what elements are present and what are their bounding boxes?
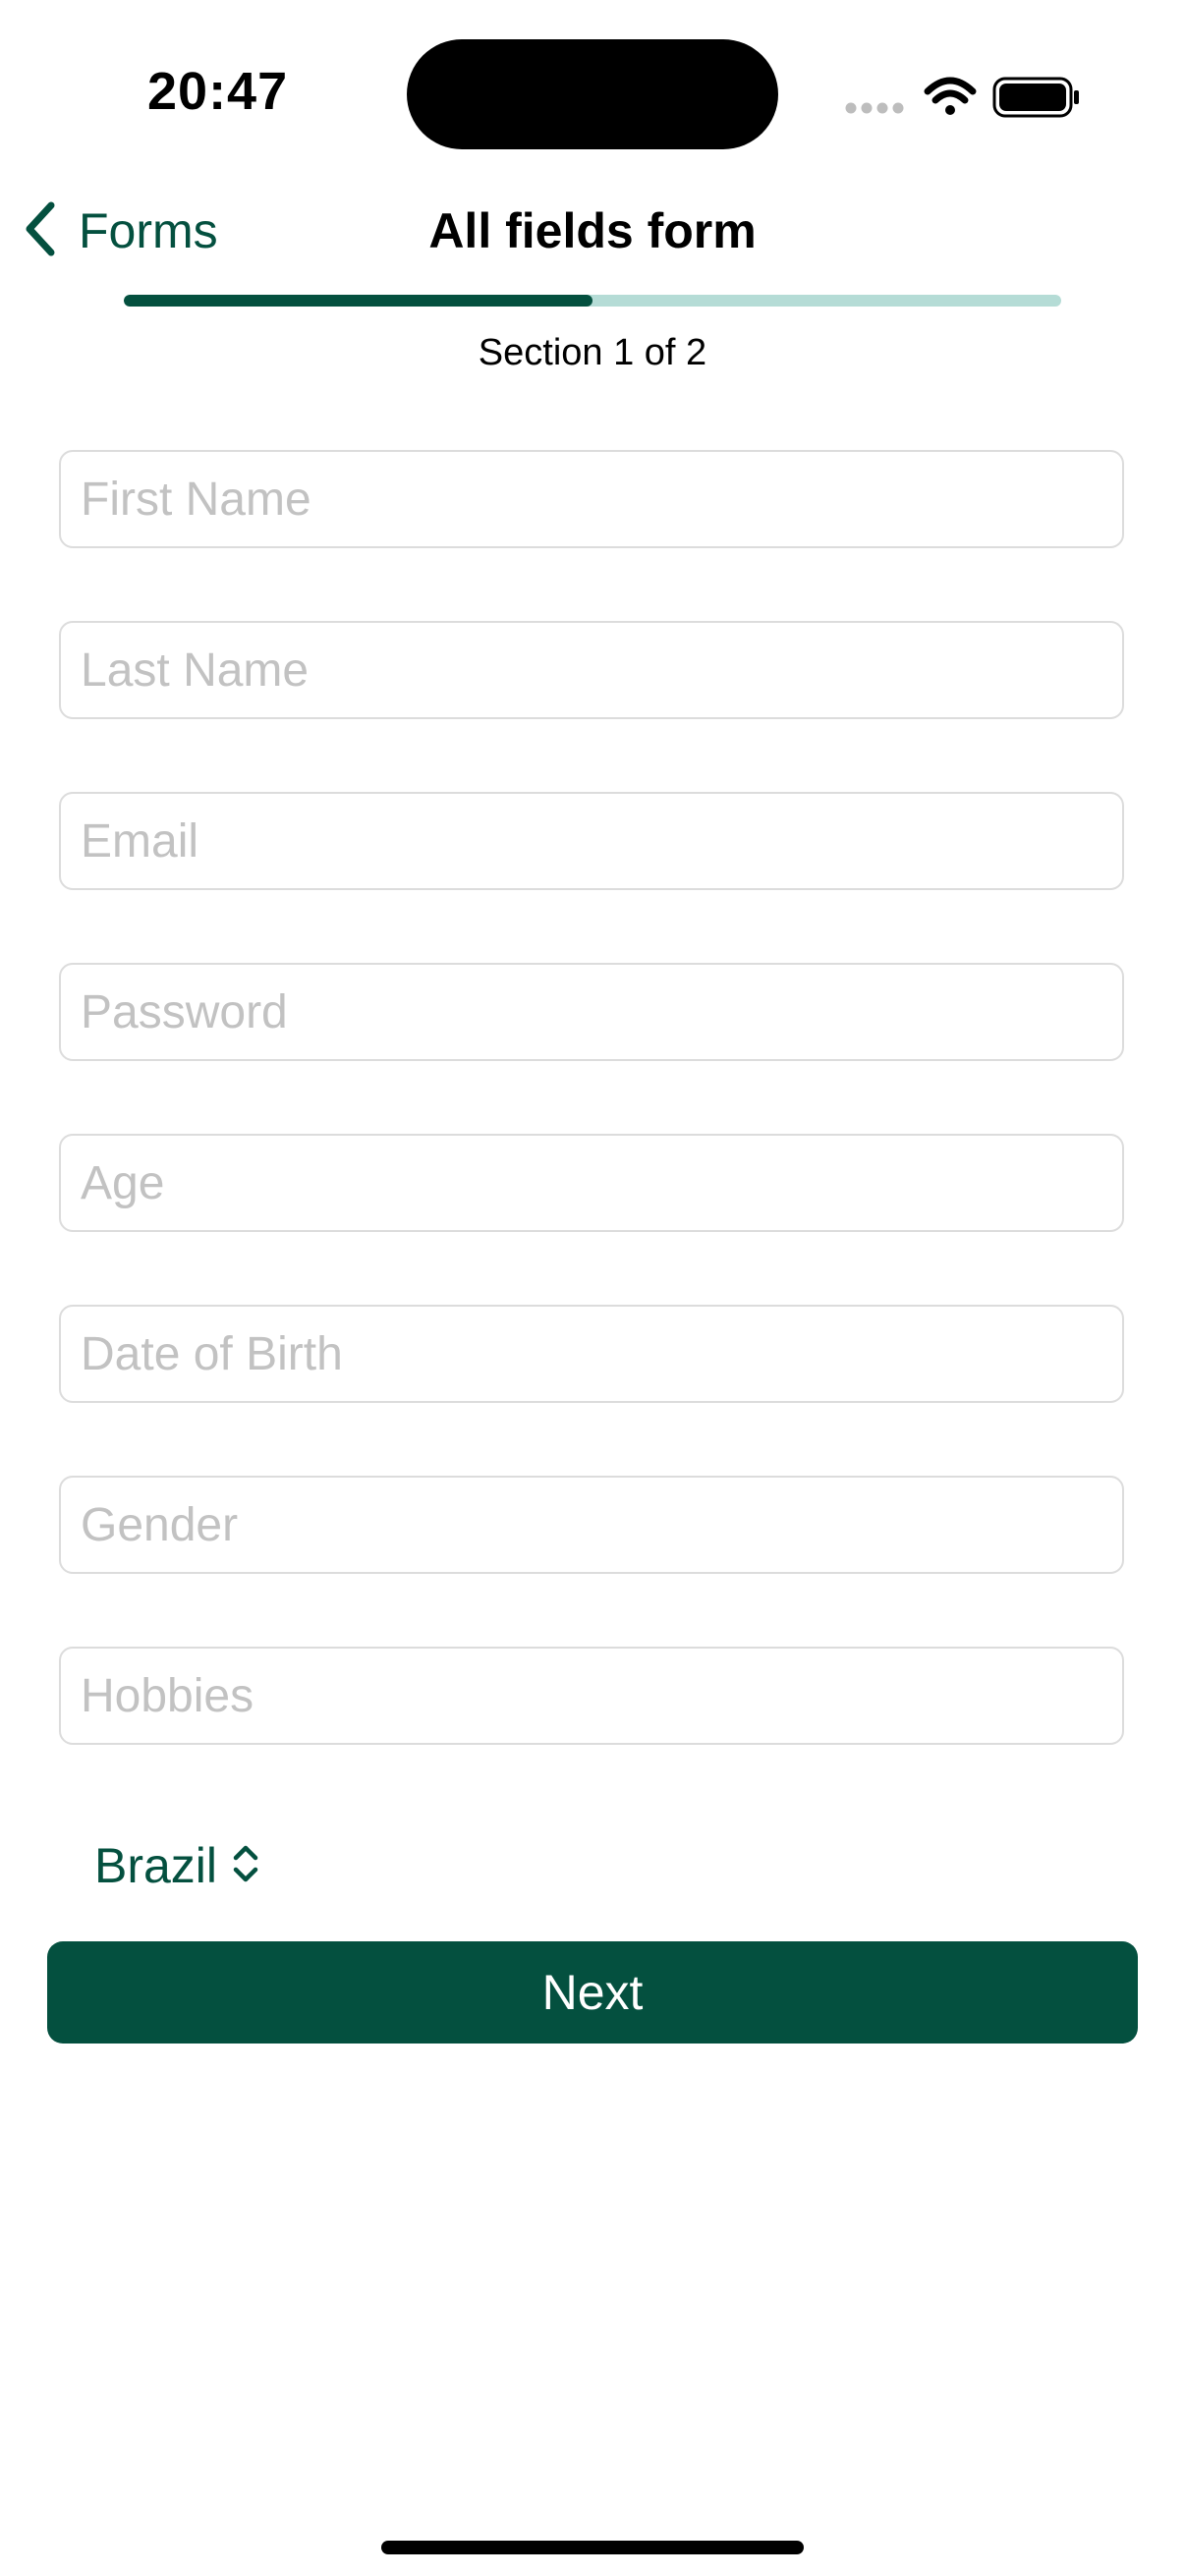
country-picker[interactable]: Brazil (94, 1831, 260, 1900)
status-icons (845, 73, 1087, 122)
wifi-icon (924, 77, 977, 115)
dynamic-island (407, 39, 778, 149)
progress-bar (124, 295, 1061, 307)
cellular-signal-icon (845, 102, 904, 114)
last-name-field[interactable] (59, 621, 1124, 719)
home-indicator (381, 2541, 804, 2554)
battery-icon (992, 77, 1079, 118)
age-field[interactable] (59, 1134, 1124, 1232)
password-field[interactable] (59, 963, 1124, 1061)
email-field[interactable] (59, 792, 1124, 890)
country-picker-value: Brazil (94, 1838, 218, 1893)
progress-bar-fill (124, 295, 592, 307)
page-title: All fields form (428, 203, 757, 258)
gender-field[interactable] (59, 1476, 1124, 1574)
date-of-birth-field[interactable] (59, 1305, 1124, 1403)
status-time: 20:47 (147, 62, 289, 121)
hobbies-field[interactable] (59, 1647, 1124, 1745)
first-name-field[interactable] (59, 450, 1124, 548)
chevron-up-down-icon (231, 1842, 260, 1890)
section-indicator: Section 1 of 2 (478, 332, 707, 373)
next-button[interactable]: Next (47, 1941, 1138, 2044)
